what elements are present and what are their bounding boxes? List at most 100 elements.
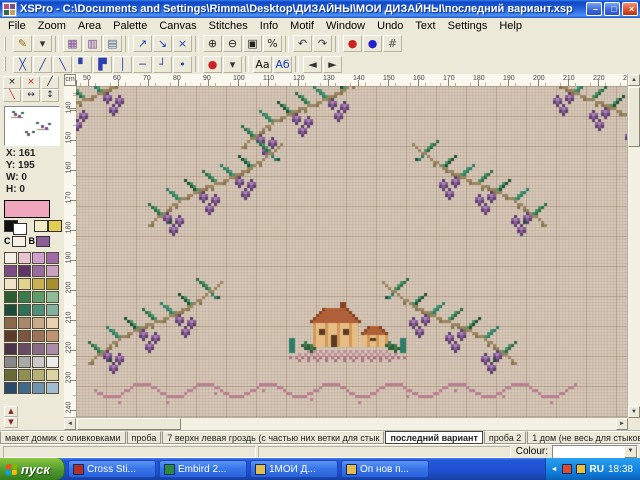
- palette-swatch-14[interactable]: [32, 291, 45, 303]
- tab-4[interactable]: проба 2: [484, 431, 526, 444]
- palette-scroll-down-icon[interactable]: ▼: [4, 417, 18, 428]
- palette-swatch-16[interactable]: [4, 304, 17, 316]
- palette-swatch-42[interactable]: [32, 382, 45, 394]
- close-button[interactable]: ×: [622, 2, 638, 16]
- stamp-motif-button[interactable]: ▦: [63, 35, 82, 52]
- palette-swatch-1[interactable]: [18, 252, 31, 264]
- half-stitch-fwd-button[interactable]: ╱: [33, 56, 52, 73]
- stitch-canvas[interactable]: [76, 86, 628, 418]
- menu-item-file[interactable]: File: [2, 19, 32, 33]
- palette-swatch-3[interactable]: [46, 252, 59, 264]
- text-tool-button[interactable]: Aa: [253, 56, 272, 73]
- alt-colour-swatch-1[interactable]: [34, 220, 48, 232]
- palette-swatch-25[interactable]: [18, 330, 31, 342]
- scroll-right-button[interactable]: ►: [616, 418, 628, 430]
- palette-swatch-40[interactable]: [4, 382, 17, 394]
- menu-item-settings[interactable]: Settings: [442, 19, 494, 33]
- tab-0[interactable]: макет домик с оливковками: [0, 431, 126, 444]
- quarter-stitch-button[interactable]: ▘: [73, 56, 92, 73]
- stamp-pattern-button[interactable]: ▥: [83, 35, 102, 52]
- alt-colour-swatch-2[interactable]: [48, 220, 62, 232]
- palette-swatch-27[interactable]: [46, 330, 59, 342]
- palette-swatch-10[interactable]: [32, 278, 45, 290]
- colour-combobox[interactable]: ▼: [552, 445, 638, 459]
- palette-swatch-29[interactable]: [18, 343, 31, 355]
- page-next-button[interactable]: ►: [323, 56, 342, 73]
- minimize-button[interactable]: –: [586, 2, 602, 16]
- stitch-half-button[interactable]: ╱: [41, 76, 59, 89]
- zoom-out-button[interactable]: ⊖: [223, 35, 242, 52]
- palette-swatch-36[interactable]: [4, 369, 17, 381]
- selected-colour-swatch[interactable]: [4, 200, 50, 218]
- menu-item-area[interactable]: Area: [72, 19, 107, 33]
- tool-dropdown-button[interactable]: ▾: [33, 35, 52, 52]
- horizontal-scrollbar[interactable]: ◄ ►: [64, 417, 628, 430]
- blend-swatch[interactable]: [36, 236, 50, 247]
- taskbar-item-0[interactable]: Cross Sti...: [68, 460, 156, 478]
- stitch-back-button[interactable]: ╲: [3, 89, 21, 102]
- zoom-fit-button[interactable]: ▣: [243, 35, 262, 52]
- taskbar-item-1[interactable]: Embird 2...: [159, 460, 247, 478]
- menu-item-palette[interactable]: Palette: [107, 19, 153, 33]
- zoom-percent-button[interactable]: %: [263, 35, 282, 52]
- tab-1[interactable]: проба: [127, 431, 162, 444]
- full-stitch-button[interactable]: ╳: [13, 56, 32, 73]
- tray-app-icon[interactable]: [562, 464, 572, 474]
- palette-swatch-31[interactable]: [46, 343, 59, 355]
- palette-swatch-11[interactable]: [46, 278, 59, 290]
- backstitch-corner-button[interactable]: ┘: [153, 56, 172, 73]
- text-tool-cyr-button[interactable]: Аб: [273, 56, 292, 73]
- combobox-dropdown-icon[interactable]: ▼: [624, 446, 637, 458]
- horizontal-scroll-thumb[interactable]: [77, 418, 181, 430]
- class-swatch[interactable]: [12, 236, 26, 247]
- start-button[interactable]: пуск: [0, 458, 65, 480]
- palette-swatch-30[interactable]: [32, 343, 45, 355]
- palette-swatch-24[interactable]: [4, 330, 17, 342]
- tab-2[interactable]: 7 верхн левая гроздь (с частью них ветки…: [162, 431, 384, 444]
- palette-swatch-7[interactable]: [46, 265, 59, 277]
- menu-item-text[interactable]: Text: [409, 19, 441, 33]
- backstitch-v-button[interactable]: │: [113, 56, 132, 73]
- menu-item-info[interactable]: Info: [254, 19, 284, 33]
- palette-swatch-17[interactable]: [18, 304, 31, 316]
- palette-scroll-up-icon[interactable]: ▲: [4, 406, 18, 417]
- palette-swatch-20[interactable]: [4, 317, 17, 329]
- language-indicator[interactable]: RU: [590, 464, 604, 475]
- page-prev-button[interactable]: ◄: [303, 56, 322, 73]
- stitch-full-black-button[interactable]: ×: [3, 76, 21, 89]
- palette-swatch-23[interactable]: [46, 317, 59, 329]
- palette-swatch-15[interactable]: [46, 291, 59, 303]
- tab-3[interactable]: последний вариант: [385, 431, 482, 444]
- palette-swatch-32[interactable]: [4, 356, 17, 368]
- menu-item-stitches[interactable]: Stitches: [203, 19, 254, 33]
- half-stitch-back-button[interactable]: ╲: [53, 56, 72, 73]
- stitch-full-red-button[interactable]: ×: [22, 76, 40, 89]
- current-colour-button[interactable]: ●: [203, 56, 222, 73]
- pencil-button[interactable]: ✎: [13, 35, 32, 52]
- colour-blue-button[interactable]: ●: [363, 35, 382, 52]
- palette-swatch-41[interactable]: [18, 382, 31, 394]
- palette-swatch-39[interactable]: [46, 369, 59, 381]
- palette-swatch-37[interactable]: [18, 369, 31, 381]
- palette-swatch-0[interactable]: [4, 252, 17, 264]
- french-knot-button[interactable]: •: [173, 56, 192, 73]
- three-quarter-stitch-button[interactable]: ▛: [93, 56, 112, 73]
- redo-button[interactable]: ↷: [313, 35, 332, 52]
- palette-swatch-6[interactable]: [32, 265, 45, 277]
- vertical-scroll-thumb[interactable]: [628, 87, 640, 147]
- cross-tool-button[interactable]: ×: [173, 35, 192, 52]
- zoom-in-button[interactable]: ⊕: [203, 35, 222, 52]
- palette-swatch-5[interactable]: [18, 265, 31, 277]
- flip-v-button[interactable]: ↕: [41, 89, 59, 102]
- scroll-up-button[interactable]: ▲: [628, 74, 640, 86]
- palette-swatch-8[interactable]: [4, 278, 17, 290]
- tab-5[interactable]: 1 дом (не весь для стыковки): [527, 431, 640, 444]
- grid-toggle-button[interactable]: #: [383, 35, 402, 52]
- stamp-grid-button[interactable]: ▤: [103, 35, 122, 52]
- menu-item-motif[interactable]: Motif: [284, 19, 320, 33]
- menu-item-window[interactable]: Window: [320, 19, 371, 33]
- tray-app-icon[interactable]: [576, 464, 586, 474]
- palette-swatch-21[interactable]: [18, 317, 31, 329]
- palette-swatch-18[interactable]: [32, 304, 45, 316]
- colour-dropdown-button[interactable]: ▾: [223, 56, 242, 73]
